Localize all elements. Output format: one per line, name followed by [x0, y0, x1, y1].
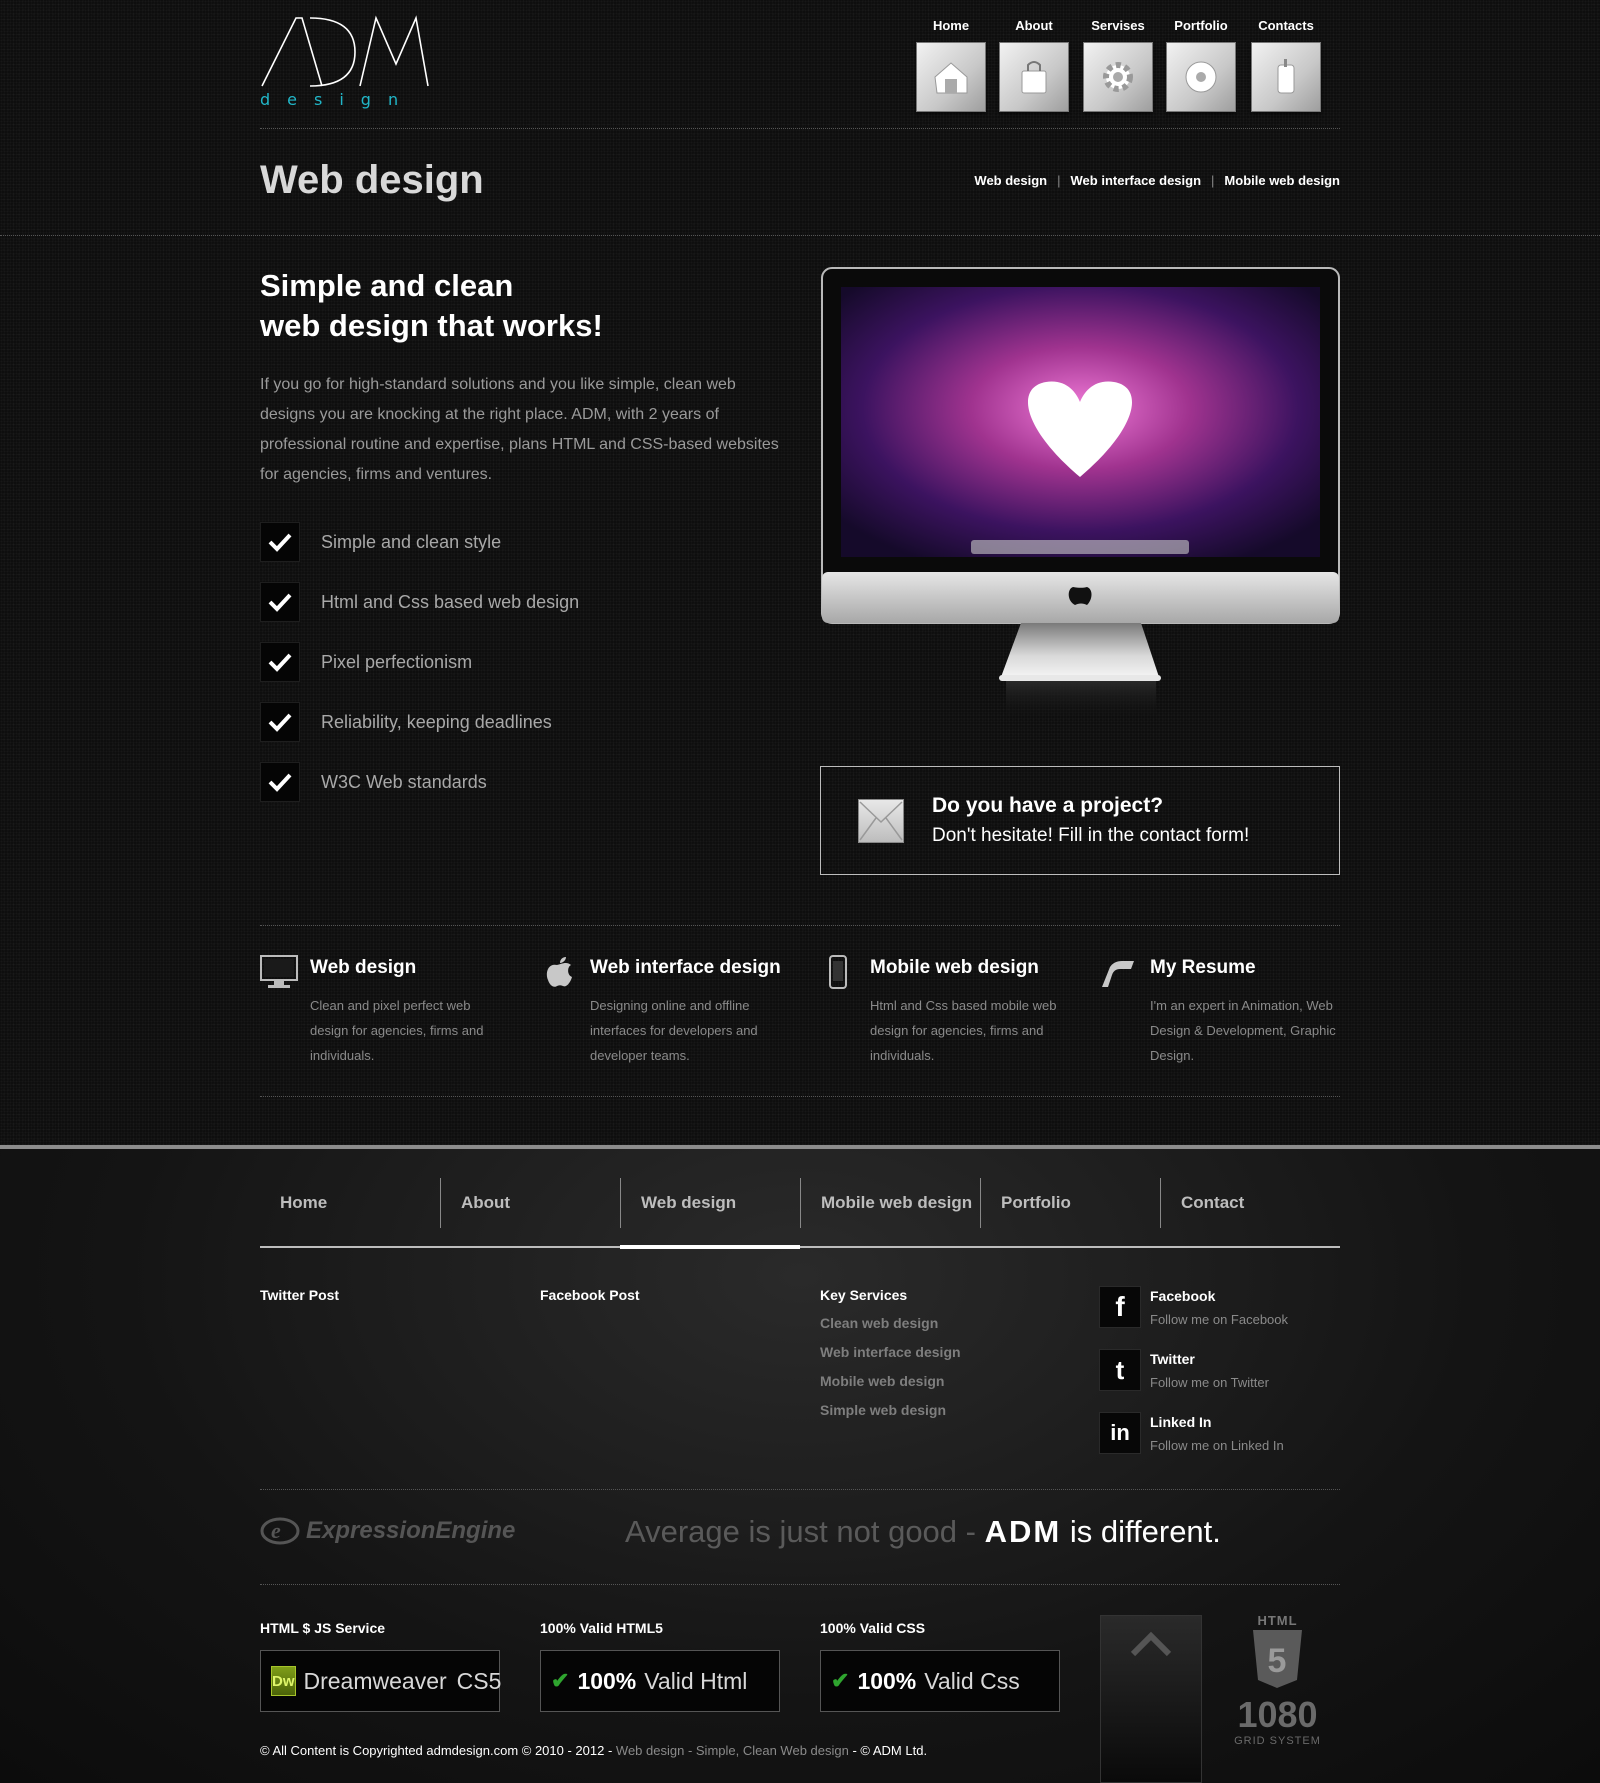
bag-icon	[1021, 61, 1047, 94]
copyright-link-web-design[interactable]: Web design	[616, 1743, 684, 1758]
footer-divider-2	[260, 1584, 1340, 1585]
footer-nav-web-design[interactable]: Web design	[620, 1178, 800, 1228]
title-divider	[0, 235, 1600, 236]
logo-subtitle: design	[260, 90, 416, 109]
checkmark-icon: ✔	[831, 1668, 850, 1693]
checkmark-icon	[260, 762, 300, 802]
social-facebook[interactable]: f Facebook Follow me on Facebook	[1099, 1286, 1349, 1336]
svg-text:5: 5	[1268, 1642, 1287, 1680]
checkmark-icon	[260, 582, 300, 622]
footer-nav-portfolio[interactable]: Portfolio	[980, 1178, 1160, 1228]
valid-css-badge: ✔ 100% Valid Css	[820, 1650, 1060, 1712]
nav-contacts[interactable]: Contacts	[1250, 18, 1322, 112]
phone-icon	[1277, 59, 1295, 94]
badge-label: HTML $ JS Service	[260, 1620, 386, 1636]
footer-nav-mobile-web-design[interactable]: Mobile web design	[800, 1178, 980, 1228]
list-item: Reliability, keeping deadlines	[260, 702, 660, 742]
badge-label: 100% Valid CSS	[820, 1620, 926, 1636]
page-title: Web design	[260, 158, 484, 202]
mobile-icon	[820, 955, 858, 989]
twitter-icon: t	[1099, 1349, 1141, 1391]
monitor-icon	[260, 955, 298, 989]
nav-portfolio[interactable]: Portfolio	[1165, 18, 1237, 112]
twitter-post-title: Twitter Post	[260, 1287, 340, 1303]
svg-text:e: e	[271, 1518, 281, 1543]
key-service-link[interactable]: Clean web design	[820, 1315, 961, 1344]
breadcrumb: Web design | Web interface design | Mobile w…	[974, 173, 1340, 188]
footer-nav-contact[interactable]: Contact	[1160, 1178, 1340, 1228]
nav-home[interactable]: Home	[915, 18, 987, 112]
footer-divider-1	[260, 1489, 1340, 1490]
expressionengine-icon: e	[260, 1517, 300, 1545]
pen-icon	[1100, 955, 1138, 989]
valid-html-badge: ✔ 100% Valid Html	[540, 1650, 780, 1712]
html5-shield-icon: 5	[1253, 1630, 1302, 1688]
header-divider	[260, 128, 1340, 129]
contact-question: Do you have a project?	[932, 793, 1164, 817]
footer-nav-about[interactable]: About	[440, 1178, 620, 1228]
services-bottom-divider	[260, 1096, 1340, 1097]
key-services: Key Services Clean web design Web interf…	[820, 1287, 961, 1431]
envelope-icon	[858, 798, 904, 843]
key-service-link[interactable]: Simple web design	[820, 1402, 961, 1431]
back-to-top-button[interactable]	[1100, 1615, 1202, 1783]
checkmark-icon	[260, 522, 300, 562]
checkmark-icon: ✔	[551, 1668, 570, 1693]
badge-label: 100% Valid HTML5	[540, 1620, 663, 1636]
key-service-link[interactable]: Mobile web design	[820, 1373, 961, 1402]
contact-callout[interactable]: Do you have a project? Don't hesitate! F…	[820, 766, 1340, 875]
facebook-post-title: Facebook Post	[540, 1287, 640, 1303]
checkmark-icon	[260, 702, 300, 742]
crumb-mobile-web-design[interactable]: Mobile web design	[1224, 173, 1340, 188]
nav-servises[interactable]: Servises	[1082, 18, 1154, 112]
copyright-link-simple-clean[interactable]: Simple, Clean Web design	[696, 1743, 849, 1758]
footer-nav-home[interactable]: Home	[260, 1178, 440, 1228]
tagline: Average is just not good - ADM is differ…	[625, 1514, 1221, 1549]
list-item: Html and Css based web design	[260, 582, 660, 622]
html5-grid-badge: HTML 5 1080 GRID SYSTEM	[1225, 1613, 1330, 1773]
list-item: Pixel perfectionism	[260, 642, 660, 682]
monitor-illustration	[821, 267, 1340, 727]
crumb-web-design[interactable]: Web design	[974, 173, 1047, 188]
nav-about[interactable]: About	[998, 18, 1070, 112]
checkmark-icon	[260, 642, 300, 682]
facebook-icon: f	[1099, 1286, 1141, 1328]
list-item: Simple and clean style	[260, 522, 660, 562]
linkedin-icon: in	[1099, 1412, 1141, 1454]
house-icon	[934, 62, 968, 94]
dreamweaver-badge: Dw Dreamweaver CS5	[260, 1650, 501, 1712]
social-twitter[interactable]: t Twitter Follow me on Twitter	[1099, 1349, 1349, 1399]
gear-icon	[1103, 62, 1133, 92]
main-nav: Home About Servises Portfolio Contacts	[915, 18, 1335, 118]
copyright: © All Content is Copyrighted admdesign.c…	[260, 1743, 928, 1758]
social-linkedin[interactable]: in Linked In Follow me on Linked In	[1099, 1412, 1349, 1462]
apple-icon	[540, 955, 578, 989]
hero-headline: Simple and clean web design that works!	[260, 268, 603, 343]
footer-nav-active-indicator	[620, 1245, 800, 1249]
chevron-up-icon	[1130, 1631, 1172, 1657]
expressionengine-logo[interactable]: e ExpressionEngine	[260, 1516, 515, 1546]
hero-intro: If you go for high-standard solutions an…	[260, 376, 779, 483]
disc-icon	[1185, 61, 1217, 93]
contact-subtitle: Don't hesitate! Fill in the contact form…	[932, 824, 1250, 846]
crumb-web-interface-design[interactable]: Web interface design	[1071, 173, 1202, 188]
footer-nav: Home About Web design Mobile web design …	[260, 1178, 1340, 1249]
services-top-divider	[260, 925, 1340, 926]
key-service-link[interactable]: Web interface design	[820, 1344, 961, 1373]
dreamweaver-icon: Dw	[271, 1666, 296, 1696]
list-item: W3C Web standards	[260, 762, 660, 802]
